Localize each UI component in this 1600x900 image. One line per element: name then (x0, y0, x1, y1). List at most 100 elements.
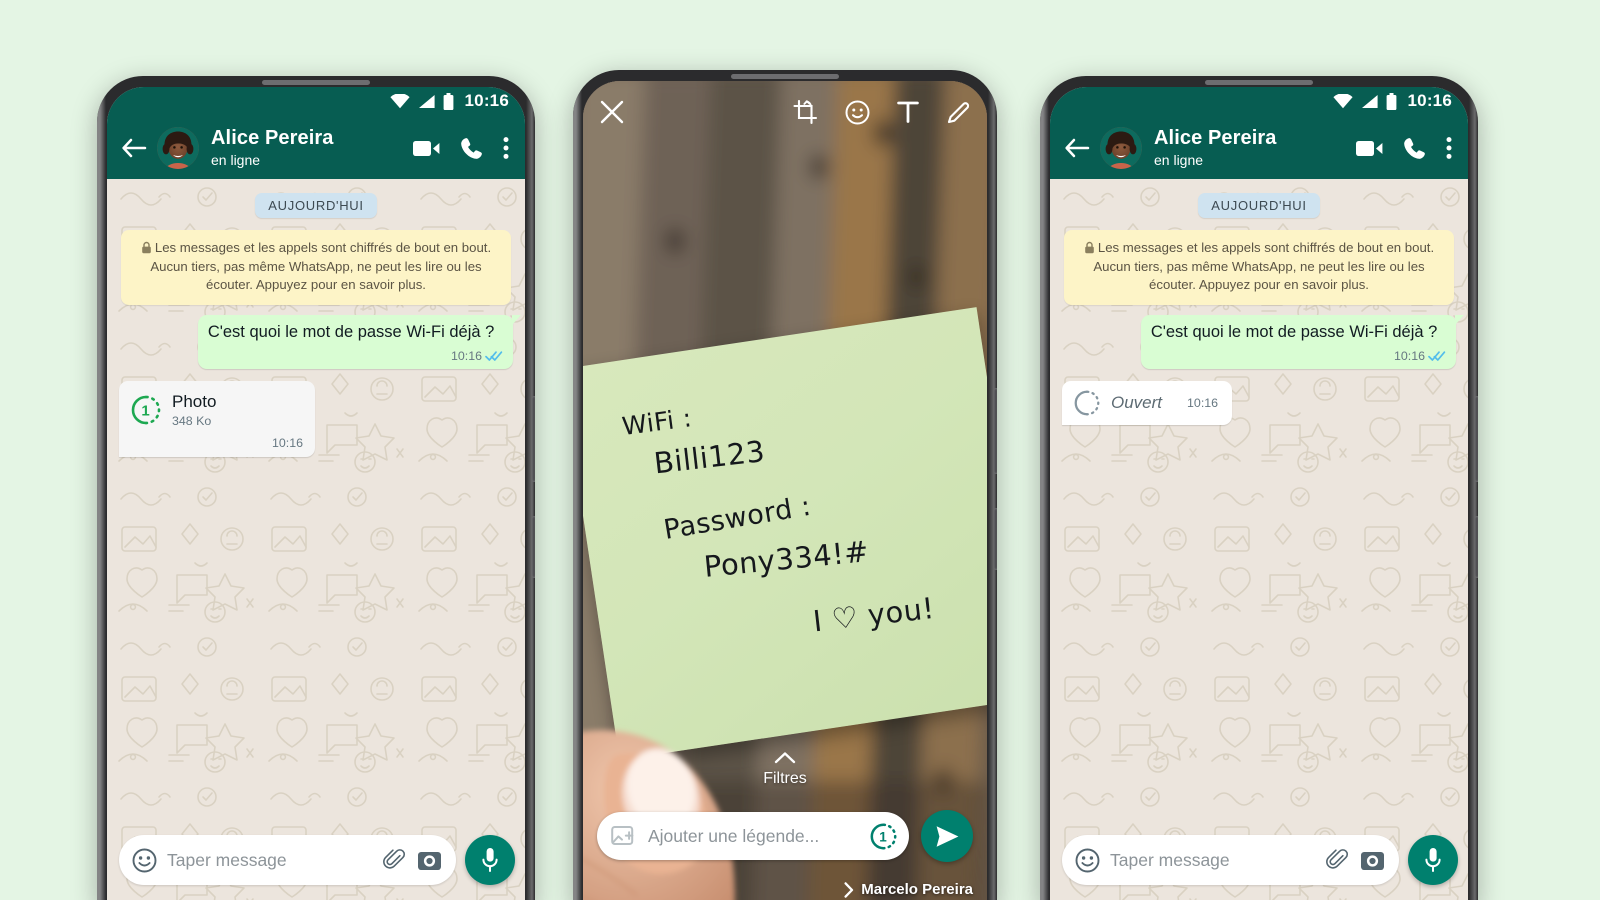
message-row-incoming: 1 Photo 348 Ko 10:16 (119, 380, 513, 457)
send-icon (936, 825, 958, 847)
message-row-outgoing: C'est quoi le mot de passe Wi-Fi déjà ? … (119, 315, 522, 369)
earpiece-speaker (262, 80, 370, 85)
filters-control[interactable]: Filtres (583, 751, 987, 788)
paperclip-icon[interactable] (383, 848, 407, 872)
view-once-opened-label: Ouvert (1111, 392, 1163, 412)
avatar[interactable] (1100, 127, 1142, 169)
status-clock: 10:16 (464, 91, 509, 110)
lock-icon (142, 241, 151, 254)
search-input[interactable]: Taper message (167, 850, 373, 871)
message-time: 10:16 (1187, 395, 1219, 410)
overflow-menu-icon[interactable] (503, 136, 509, 160)
chat-header: Alice Pereira en ligne (107, 117, 525, 179)
phone-1-chat-before: 10:16 Alice Pereira en ligne AUJOURD'HUI… (97, 76, 535, 900)
power-button[interactable] (532, 516, 535, 578)
paperclip-icon[interactable] (1326, 848, 1350, 872)
search-input[interactable]: Taper message (1110, 850, 1316, 871)
message-bubble-outgoing[interactable]: C'est quoi le mot de passe Wi-Fi déjà ? … (197, 315, 522, 369)
message-input-pill[interactable]: Taper message (119, 835, 456, 885)
wifi-icon (389, 93, 410, 108)
send-button[interactable] (921, 810, 973, 862)
message-text: C'est quoi le mot de passe Wi-Fi déjà ? (207, 323, 495, 342)
recipient-name: Marcelo Pereira (861, 881, 973, 898)
recipient-chip[interactable]: Marcelo Pereira (844, 881, 973, 898)
phone-3-screen: 10:16 Alice Pereira en ligne AUJOURD'HUI… (1050, 87, 1468, 900)
pencil-draw-icon[interactable] (946, 100, 971, 125)
signal-icon (1361, 94, 1378, 108)
voice-call-icon[interactable] (460, 137, 483, 160)
sticker-smiley-icon[interactable] (845, 100, 870, 125)
encryption-notice[interactable]: Les messages et les appels sont chiffrés… (1064, 230, 1454, 306)
note-line-5: I ♡ you! (811, 590, 937, 639)
phone-3-chat-after: 10:16 Alice Pereira en ligne AUJOURD'HUI… (1040, 76, 1478, 900)
message-input-pill[interactable]: Taper message (1062, 835, 1399, 885)
encryption-notice[interactable]: Les messages et les appels sont chiffrés… (121, 230, 511, 306)
photo-preview[interactable]: WiFi : Billi123 Password : Pony334!# I ♡… (583, 81, 987, 900)
day-divider: AUJOURD'HUI (255, 193, 377, 218)
video-call-icon[interactable] (413, 139, 440, 158)
filters-label: Filtres (763, 770, 807, 787)
gallery-add-icon[interactable] (611, 825, 636, 848)
signal-icon (418, 94, 435, 108)
view-once-icon[interactable]: 1 (870, 823, 897, 850)
video-call-icon[interactable] (1356, 139, 1383, 158)
status-bar: 10:16 (107, 87, 525, 117)
caption-bar: Ajouter une légende... 1 (583, 810, 987, 862)
overflow-menu-icon[interactable] (1446, 136, 1452, 160)
close-icon[interactable] (599, 99, 625, 125)
note-line-2: Billi123 (652, 434, 767, 481)
status-bar: 10:16 (1050, 87, 1468, 117)
view-once-icon: 1 (131, 395, 161, 425)
phone-1-screen: 10:16 Alice Pereira en ligne AUJOURD'HUI… (107, 87, 525, 900)
back-arrow-icon[interactable] (1060, 131, 1094, 165)
add-text-icon[interactable] (897, 100, 919, 124)
power-button[interactable] (1475, 516, 1478, 578)
voice-record-button[interactable] (465, 835, 515, 885)
message-meta: 10:16 (1394, 348, 1446, 364)
status-clock: 10:16 (1407, 91, 1452, 110)
voice-record-button[interactable] (1408, 835, 1458, 885)
attachment-time: 10:16 (271, 435, 303, 450)
volume-button[interactable] (994, 388, 997, 474)
emoji-icon[interactable] (1075, 848, 1100, 873)
caption-input-pill[interactable]: Ajouter une légende... 1 (597, 812, 909, 860)
editor-toolbar (583, 81, 987, 143)
header-actions (1356, 136, 1454, 160)
avatar[interactable] (157, 127, 199, 169)
message-meta: 10:16 (451, 348, 503, 364)
attachment-size: 348 Ko (172, 414, 212, 429)
lock-icon (1085, 241, 1094, 254)
view-once-photo-card[interactable]: 1 Photo 348 Ko 10:16 (119, 380, 315, 457)
volume-button[interactable] (532, 396, 535, 482)
contact-info[interactable]: Alice Pereira en ligne (211, 128, 411, 167)
double-check-read-icon (485, 351, 503, 361)
message-text: C'est quoi le mot de passe Wi-Fi déjà ? (1150, 323, 1438, 342)
voice-call-icon[interactable] (1403, 137, 1426, 160)
chat-message-list[interactable]: AUJOURD'HUI Les messages et les appels s… (1050, 179, 1468, 900)
chat-message-list[interactable]: AUJOURD'HUI Les messages et les appels s… (107, 179, 525, 900)
double-check-read-icon (1428, 351, 1446, 361)
chevron-up-icon (774, 752, 796, 764)
camera-icon[interactable] (417, 849, 442, 872)
phone-2-photo-editor: WiFi : Billi123 Password : Pony334!# I ♡… (573, 70, 997, 900)
battery-icon (1386, 92, 1396, 110)
power-button[interactable] (994, 508, 997, 570)
emoji-icon[interactable] (132, 848, 157, 873)
encryption-text: Les messages et les appels sont chiffrés… (1093, 240, 1435, 293)
phone-2-screen: WiFi : Billi123 Password : Pony334!# I ♡… (583, 81, 987, 900)
message-row-outgoing: C'est quoi le mot de passe Wi-Fi déjà ? … (1062, 315, 1465, 369)
message-composer: Taper message (107, 828, 525, 900)
contact-info[interactable]: Alice Pereira en ligne (1154, 128, 1354, 167)
message-bubble-outgoing[interactable]: C'est quoi le mot de passe Wi-Fi déjà ? … (1140, 315, 1465, 369)
crop-rotate-icon[interactable] (793, 99, 818, 125)
view-once-opened-bubble[interactable]: Ouvert 10:16 (1062, 380, 1233, 425)
microphone-icon (1425, 848, 1441, 872)
encryption-text: Les messages et les appels sont chiffrés… (150, 240, 492, 293)
svg-text:1: 1 (141, 403, 149, 420)
back-arrow-icon[interactable] (117, 131, 151, 165)
message-row-incoming: Ouvert 10:16 (1062, 380, 1456, 425)
message-composer: Taper message (1050, 828, 1468, 900)
volume-button[interactable] (1475, 396, 1478, 482)
caption-input[interactable]: Ajouter une légende... (648, 826, 858, 847)
camera-icon[interactable] (1360, 849, 1385, 872)
